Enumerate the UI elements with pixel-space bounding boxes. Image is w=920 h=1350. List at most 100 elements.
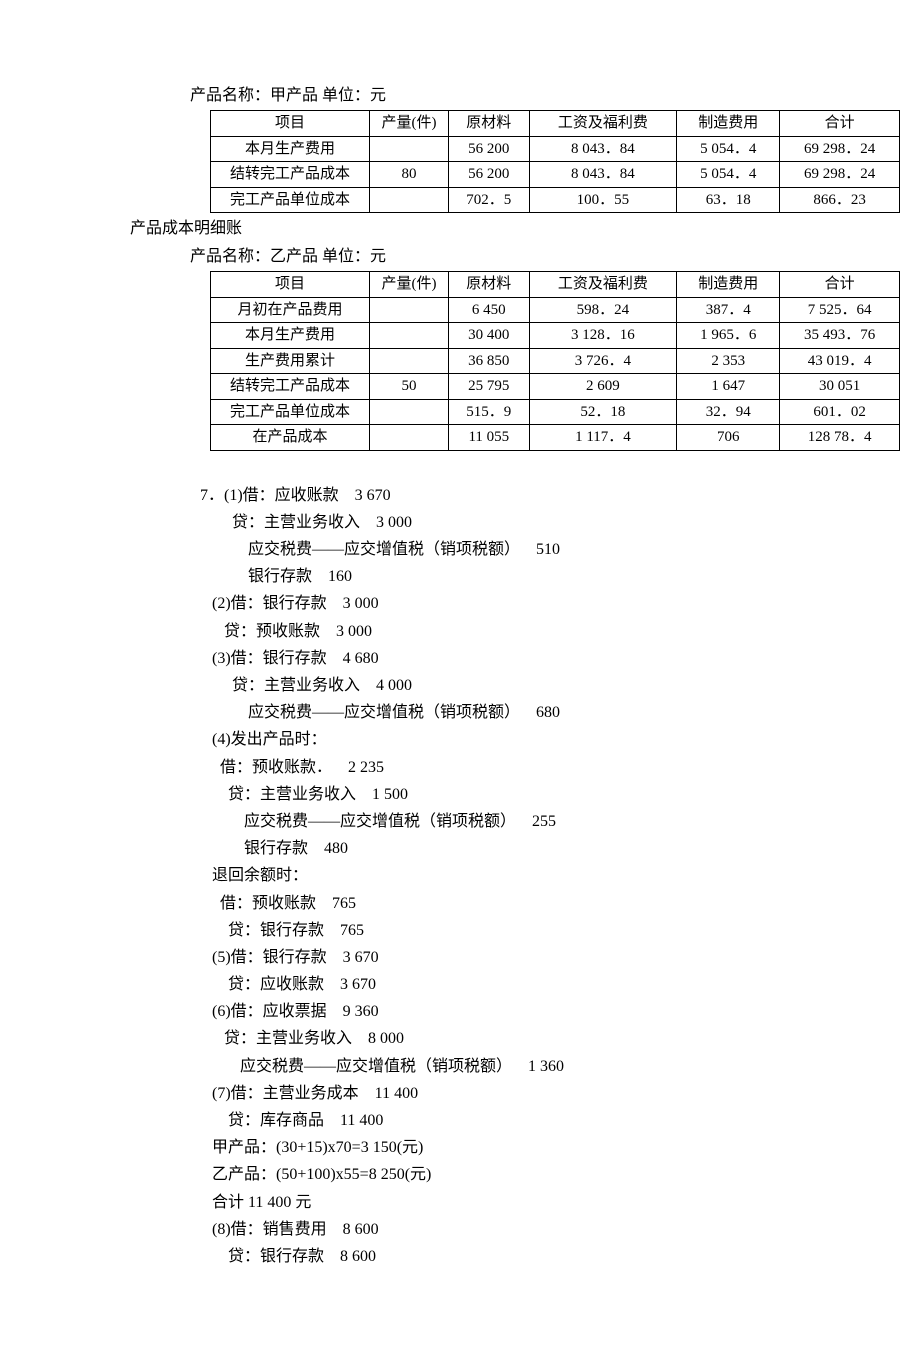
entry-line: 银行存款 480 [200, 840, 348, 857]
table-row: 生产费用累计 36 850 3 726．4 2 353 43 019．4 [211, 348, 900, 374]
cell: 69 298．24 [780, 162, 900, 188]
th-mfg: 制造费用 [677, 111, 780, 137]
cell: 30 051 [780, 374, 900, 400]
cell: 11 055 [449, 425, 530, 451]
cell: 36 850 [449, 348, 530, 374]
entry-line: 乙产品：(50+100)x55=8 250(元) [200, 1166, 431, 1183]
table-row: 结转完工产品成本 80 56 200 8 043．84 5 054．4 69 2… [211, 162, 900, 188]
cell: 25 795 [449, 374, 530, 400]
entry-line: 7．(1)借：应收账款 3 670 [200, 487, 391, 504]
entry-line: 贷：银行存款 8 600 [200, 1248, 376, 1265]
entry-line: 贷：应收账款 3 670 [200, 976, 376, 993]
entry-line: 贷：库存商品 11 400 [200, 1112, 383, 1129]
entry-line: 贷：主营业务收入 4 000 [200, 677, 412, 694]
th-total: 合计 [780, 111, 900, 137]
table-header-row: 项目 产量(件) 原材料 工资及福利费 制造费用 合计 [211, 111, 900, 137]
entry-line: 退回余额时： [200, 867, 308, 884]
cell: 56 200 [449, 162, 530, 188]
th-qty: 产量(件) [370, 272, 449, 298]
th-mfg: 制造费用 [677, 272, 780, 298]
table-row: 本月生产费用 56 200 8 043．84 5 054．4 69 298．24 [211, 136, 900, 162]
cell: 128 78．4 [780, 425, 900, 451]
cell: 3 128．16 [529, 323, 677, 349]
entry-line: 贷：预收账款 3 000 [200, 623, 372, 640]
th-qty: 产量(件) [370, 111, 449, 137]
entry-line: 甲产品：(30+15)x70=3 150(元) [200, 1139, 423, 1156]
entry-line: (5)借：银行存款 3 670 [200, 949, 379, 966]
table-product-a: 项目 产量(件) 原材料 工资及福利费 制造费用 合计 本月生产费用 56 20… [210, 110, 900, 213]
cell [370, 297, 449, 323]
entry-line: (7)借：主营业务成本 11 400 [200, 1085, 418, 1102]
cell [370, 348, 449, 374]
cell: 80 [370, 162, 449, 188]
cell: 6 450 [449, 297, 530, 323]
entry-line: (3)借：银行存款 4 680 [200, 650, 379, 667]
detail-ledger-title: 产品成本明细账 [130, 217, 810, 241]
cell: 1 117．4 [529, 425, 677, 451]
cell: 32．94 [677, 399, 780, 425]
entry-line: 借：预收账款． 2 235 [200, 759, 384, 776]
entry-line: (2)借：银行存款 3 000 [200, 595, 379, 612]
cell [370, 136, 449, 162]
cell: 完工产品单位成本 [211, 399, 370, 425]
entry-line: (6)借：应收票据 9 360 [200, 1003, 379, 1020]
cell [370, 323, 449, 349]
cell: 52．18 [529, 399, 677, 425]
cell: 本月生产费用 [211, 323, 370, 349]
cell: 2 609 [529, 374, 677, 400]
entry-line: 银行存款 160 [200, 568, 352, 585]
table-row: 完工产品单位成本 702．5 100．55 63．18 866．23 [211, 187, 900, 213]
entry-line: 贷：银行存款 765 [200, 922, 364, 939]
entry-line: 借：预收账款 765 [200, 895, 356, 912]
cell: 5 054．4 [677, 162, 780, 188]
th-wage: 工资及福利费 [529, 111, 677, 137]
entry-line: 合计 11 400 元 [200, 1194, 311, 1211]
cell: 1 647 [677, 374, 780, 400]
table-product-b: 项目 产量(件) 原材料 工资及福利费 制造费用 合计 月初在产品费用 6 45… [210, 271, 900, 451]
cell: 月初在产品费用 [211, 297, 370, 323]
cell: 2 353 [677, 348, 780, 374]
cell: 706 [677, 425, 780, 451]
table2-title: 产品名称：乙产品 单位：元 [190, 245, 810, 269]
table1-title: 产品名称：甲产品 单位：元 [190, 84, 810, 108]
cell: 50 [370, 374, 449, 400]
cell: 387．4 [677, 297, 780, 323]
cell: 结转完工产品成本 [211, 162, 370, 188]
cell: 69 298．24 [780, 136, 900, 162]
entry-line: 贷：主营业务收入 1 500 [200, 786, 408, 803]
cell: 8 043．84 [529, 136, 677, 162]
cell: 在产品成本 [211, 425, 370, 451]
cell: 515．9 [449, 399, 530, 425]
entry-line: 应交税费——应交增值税（销项税额） 255 [200, 813, 556, 830]
entry-line: (4)发出产品时： [200, 731, 327, 748]
th-raw: 原材料 [449, 272, 530, 298]
cell [370, 425, 449, 451]
th-raw: 原材料 [449, 111, 530, 137]
table-row: 月初在产品费用 6 450 598．24 387．4 7 525．64 [211, 297, 900, 323]
cell: 30 400 [449, 323, 530, 349]
cell: 35 493．76 [780, 323, 900, 349]
th-total: 合计 [780, 272, 900, 298]
entry-line: 贷：主营业务收入 3 000 [200, 514, 412, 531]
cell: 63．18 [677, 187, 780, 213]
table-row: 结转完工产品成本 50 25 795 2 609 1 647 30 051 [211, 374, 900, 400]
table-row: 在产品成本 11 055 1 117．4 706 128 78．4 [211, 425, 900, 451]
entry-line: 应交税费——应交增值税（销项税额） 680 [200, 704, 560, 721]
cell: 8 043．84 [529, 162, 677, 188]
cell: 生产费用累计 [211, 348, 370, 374]
cell: 601．02 [780, 399, 900, 425]
cell: 结转完工产品成本 [211, 374, 370, 400]
th-item: 项目 [211, 272, 370, 298]
entry-line: 应交税费——应交增值税（销项税额） 510 [200, 541, 560, 558]
cell: 866．23 [780, 187, 900, 213]
table-row: 完工产品单位成本 515．9 52．18 32．94 601．02 [211, 399, 900, 425]
table-header-row: 项目 产量(件) 原材料 工资及福利费 制造费用 合计 [211, 272, 900, 298]
cell: 3 726．4 [529, 348, 677, 374]
cell [370, 399, 449, 425]
journal-entries: 7．(1)借：应收账款 3 670 贷：主营业务收入 3 000 应交税费——应… [200, 455, 810, 1271]
entry-line: 应交税费——应交增值税（销项税额） 1 360 [200, 1058, 564, 1075]
cell: 100．55 [529, 187, 677, 213]
th-item: 项目 [211, 111, 370, 137]
cell: 完工产品单位成本 [211, 187, 370, 213]
cell: 本月生产费用 [211, 136, 370, 162]
